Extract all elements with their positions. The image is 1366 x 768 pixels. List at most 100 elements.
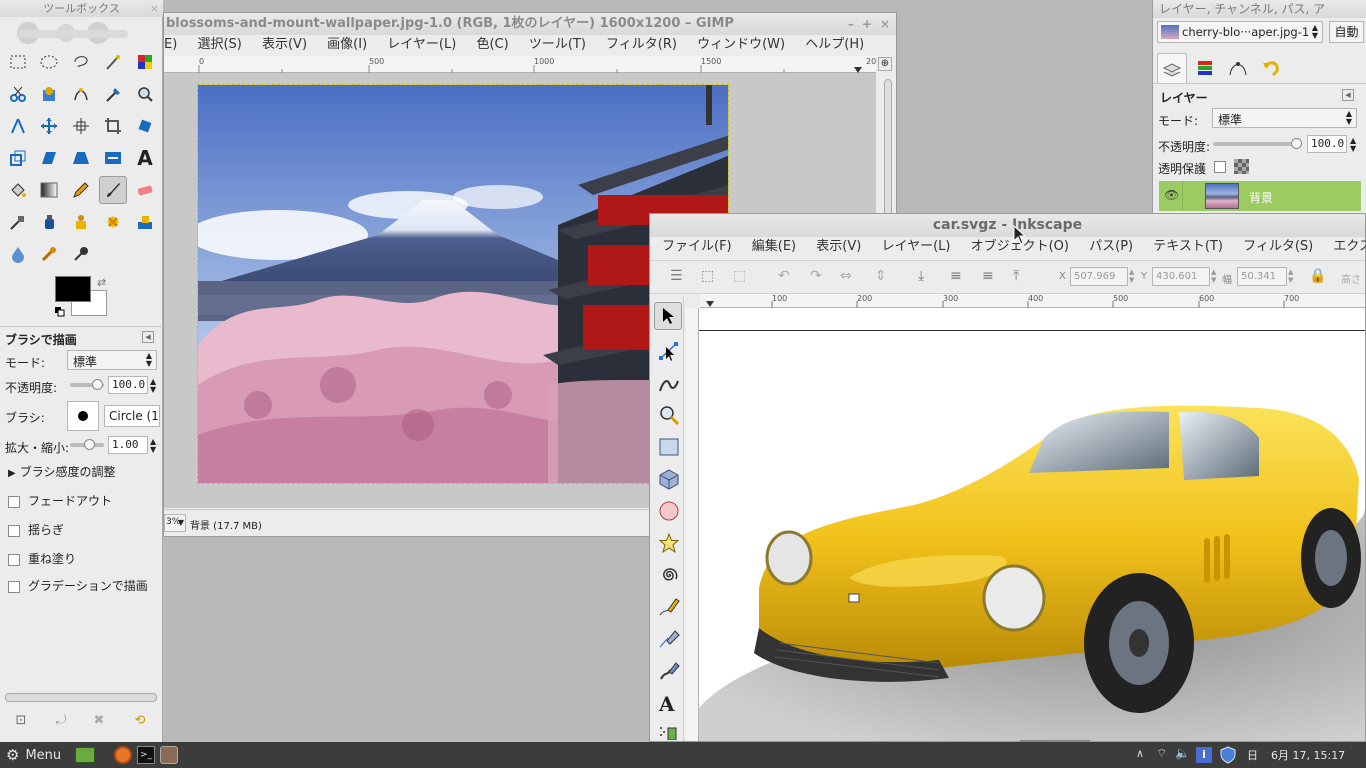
align-icon[interactable] bbox=[67, 112, 95, 140]
menu-filters[interactable]: フィルタ(S) bbox=[1235, 237, 1321, 257]
shear-icon[interactable] bbox=[35, 144, 63, 172]
select-all-icon[interactable]: ☰ bbox=[670, 268, 683, 284]
move-icon[interactable] bbox=[35, 112, 63, 140]
rect-select-icon[interactable] bbox=[4, 48, 32, 76]
clone-icon[interactable] bbox=[67, 208, 95, 236]
rotate-icon[interactable] bbox=[131, 112, 159, 140]
close-icon[interactable]: × bbox=[150, 0, 159, 17]
menu-file[interactable]: ファイル(F) bbox=[654, 237, 740, 257]
chain-link-icon[interactable] bbox=[1187, 189, 1199, 201]
layer-opacity-field[interactable]: 100.0 bbox=[1307, 135, 1347, 153]
paintbrush-icon[interactable] bbox=[99, 176, 127, 204]
input-method-indicator[interactable]: 日 bbox=[1247, 747, 1258, 763]
scale-slider-handle[interactable] bbox=[84, 439, 95, 450]
menu-layer[interactable]: レイヤー(L) bbox=[873, 237, 958, 257]
spray-tool-icon[interactable] bbox=[658, 724, 680, 743]
heal-icon[interactable] bbox=[99, 208, 127, 236]
gradient-icon[interactable] bbox=[35, 176, 63, 204]
menu-view[interactable]: 表示(V) bbox=[254, 35, 315, 55]
save-options-icon[interactable]: ⊡ bbox=[12, 711, 30, 729]
network-icon[interactable]: ⌔ bbox=[1156, 746, 1167, 761]
jitter-checkbox[interactable] bbox=[8, 524, 20, 537]
lock-alpha-checkbox[interactable] bbox=[1214, 161, 1226, 173]
tab-channels[interactable] bbox=[1190, 53, 1220, 83]
flip-horizontal-icon[interactable]: ⇔ bbox=[840, 268, 852, 284]
blur-icon[interactable] bbox=[4, 240, 32, 268]
selector-tool-icon[interactable] bbox=[654, 302, 682, 330]
lasso-icon[interactable] bbox=[67, 48, 95, 76]
crop-icon[interactable] bbox=[99, 112, 127, 140]
auto-button[interactable]: 自動 bbox=[1329, 21, 1364, 43]
volume-icon[interactable]: 🔈 bbox=[1175, 746, 1190, 760]
paths-icon[interactable] bbox=[67, 80, 95, 108]
tray-expand-icon[interactable]: ∧ bbox=[1136, 747, 1144, 760]
menu-help[interactable]: ヘルプ(H) bbox=[797, 35, 872, 55]
pencil-tool-icon[interactable] bbox=[658, 596, 680, 621]
inkscape-titlebar[interactable]: car.svgz - Inkscape bbox=[650, 214, 1365, 237]
scissors-icon[interactable] bbox=[4, 80, 32, 108]
opacity-spin-icon[interactable]: ▲ ▼ bbox=[1350, 137, 1356, 153]
reset-options-icon[interactable]: ⟲ bbox=[131, 711, 149, 729]
foreground-color-swatch[interactable] bbox=[55, 276, 91, 302]
eraser-icon[interactable] bbox=[131, 176, 159, 204]
scale-spin-icon[interactable]: ▲ ▼ bbox=[150, 438, 156, 454]
menu-extensions[interactable]: エクス bbox=[1325, 237, 1366, 257]
zoom-icon[interactable] bbox=[131, 80, 159, 108]
lock-icon[interactable]: 🔒 bbox=[1309, 268, 1326, 284]
gradient-option[interactable]: グラデーションで描画 bbox=[8, 577, 148, 594]
perspective-clone-icon[interactable] bbox=[131, 208, 159, 236]
foreground-select-icon[interactable] bbox=[35, 80, 63, 108]
opacity-slider-handle[interactable] bbox=[92, 379, 103, 390]
menu-text[interactable]: テキスト(T) bbox=[1145, 237, 1231, 257]
inkscape-canvas[interactable] bbox=[699, 308, 1365, 741]
raise-icon[interactable]: ≡ bbox=[982, 268, 994, 284]
spiral-tool-icon[interactable] bbox=[658, 564, 680, 589]
x-field[interactable]: 507.969 bbox=[1070, 267, 1128, 286]
menu-button[interactable]: ⚙ Menu bbox=[6, 746, 61, 764]
layer-opacity-slider[interactable] bbox=[1213, 142, 1297, 146]
text-tool-icon[interactable]: A bbox=[131, 144, 159, 172]
dock-titlebar[interactable]: レイヤー, チャンネル, パス, ア bbox=[1153, 0, 1366, 18]
fade-option[interactable]: フェードアウト bbox=[8, 492, 112, 509]
opacity-field[interactable]: 100.0 bbox=[108, 376, 148, 394]
calligraphy-tool-icon[interactable] bbox=[658, 660, 680, 685]
color-picker-icon[interactable] bbox=[99, 80, 127, 108]
menu-image[interactable]: 画像(I) bbox=[319, 35, 375, 55]
perspective-icon[interactable] bbox=[67, 144, 95, 172]
show-desktop-icon[interactable] bbox=[75, 747, 95, 763]
navigate-icon[interactable]: ⊕ bbox=[878, 57, 892, 71]
tab-menu-icon[interactable]: ◀ bbox=[1342, 89, 1354, 101]
y-field[interactable]: 430.601 bbox=[1152, 267, 1210, 286]
toolbox-titlebar[interactable]: ツールボックス × bbox=[0, 0, 163, 17]
scale-field[interactable]: 1.00 bbox=[108, 436, 148, 454]
delete-options-icon[interactable]: ✖ bbox=[90, 711, 108, 729]
select-in-all-layers-icon[interactable]: ⬚ bbox=[701, 268, 714, 284]
gimp-launcher-icon[interactable] bbox=[160, 746, 178, 764]
airbrush-icon[interactable] bbox=[4, 208, 32, 236]
tab-menu-icon[interactable]: ◀ bbox=[142, 331, 154, 343]
tab-layers[interactable] bbox=[1157, 53, 1187, 83]
scale-icon[interactable] bbox=[4, 144, 32, 172]
menu-edit[interactable]: 編集(E) bbox=[744, 237, 804, 257]
menu-view[interactable]: 表示(V) bbox=[808, 237, 869, 257]
eye-visibility-icon[interactable]: 👁 bbox=[1164, 188, 1179, 202]
layer-name[interactable]: 背景 bbox=[1249, 189, 1273, 206]
layer-mode-dropdown[interactable]: 標準 ▲ ▼ bbox=[1212, 108, 1357, 128]
brush-preview[interactable] bbox=[67, 401, 99, 431]
ellipse-select-icon[interactable] bbox=[35, 48, 63, 76]
bucket-fill-icon[interactable] bbox=[4, 176, 32, 204]
menu-color[interactable]: 色(C) bbox=[468, 35, 516, 55]
menu-filters[interactable]: フィルタ(R) bbox=[598, 35, 685, 55]
width-field[interactable]: 50.341 bbox=[1237, 267, 1287, 286]
flip-vertical-icon[interactable]: ⇕ bbox=[875, 268, 887, 284]
update-manager-icon[interactable] bbox=[1220, 746, 1236, 764]
clock[interactable]: 6月 17, 15:17 bbox=[1271, 747, 1345, 763]
dodge-burn-icon[interactable] bbox=[67, 240, 95, 268]
ink-icon[interactable] bbox=[35, 208, 63, 236]
tab-undo-history[interactable] bbox=[1256, 53, 1286, 83]
opacity-spin-icon[interactable]: ▲ ▼ bbox=[150, 378, 156, 394]
pencil-icon[interactable] bbox=[67, 176, 95, 204]
menu-select[interactable]: 選択(S) bbox=[189, 35, 249, 55]
incremental-checkbox[interactable] bbox=[8, 553, 20, 566]
dynamics-expander[interactable]: ▶ ブラシ感度の調整 bbox=[8, 463, 115, 480]
